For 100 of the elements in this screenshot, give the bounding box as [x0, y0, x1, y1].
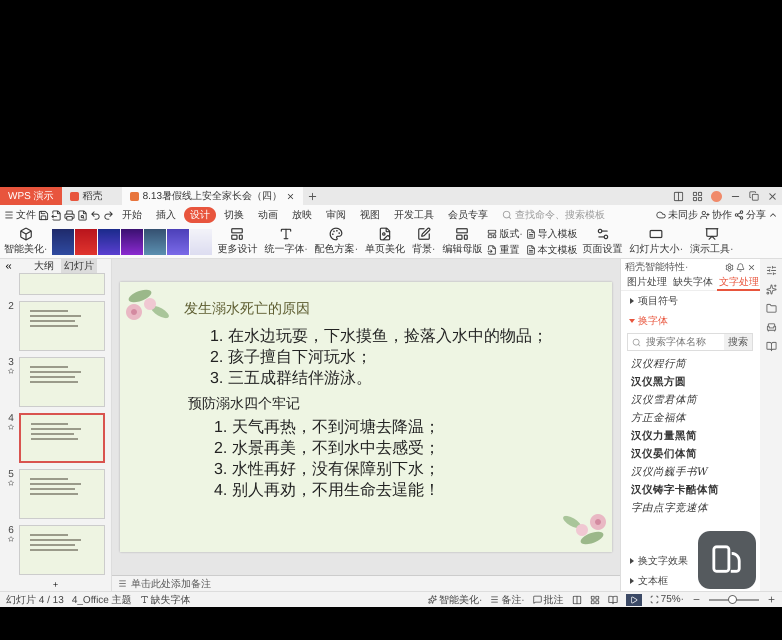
smart-beautify-button[interactable]: 智能美化· [428, 592, 482, 606]
reading-view-icon[interactable] [608, 594, 618, 604]
font-item[interactable]: 汉仪力量黑简 [621, 427, 707, 445]
redo-icon[interactable] [103, 210, 114, 220]
bell-icon[interactable] [736, 262, 745, 272]
app-tab[interactable]: WPS 演示 [0, 187, 62, 205]
folder-icon[interactable] [766, 303, 776, 314]
font-item[interactable]: 汉仪雪君体简 [621, 391, 707, 409]
ribbon-button[interactable]: 导入模板 [526, 226, 578, 240]
grid-icon[interactable] [692, 190, 703, 202]
ribbon-tab[interactable]: 放映 [286, 207, 318, 223]
sparkle-icon[interactable] [766, 284, 776, 295]
section-header[interactable]: 项目符号 [621, 291, 686, 311]
close-icon[interactable] [286, 192, 296, 200]
font-item[interactable]: 汉仪黑方圆 [621, 373, 696, 391]
undo-icon[interactable] [90, 210, 101, 220]
document-tab[interactable]: 8.13暑假线上安全家长会（四） [122, 187, 304, 205]
toolbar-action[interactable]: 未同步 [656, 208, 698, 222]
ribbon-tab[interactable]: 开发工具 [388, 207, 440, 223]
theme-thumbnail[interactable] [121, 228, 144, 254]
close-icon[interactable] [767, 190, 778, 202]
font-item[interactable]: 方正金福体 [621, 409, 696, 427]
panel-tab[interactable]: 大纲 [31, 259, 57, 273]
slide-thumbnail[interactable] [19, 525, 105, 575]
ribbon-tab[interactable]: 插入 [150, 207, 182, 223]
columns-icon[interactable] [673, 190, 684, 202]
ribbon-button[interactable]: 配色方案· [312, 227, 360, 256]
plus-icon[interactable] [307, 190, 318, 202]
slide-thumbnail[interactable] [19, 413, 105, 463]
ribbon-button[interactable]: 页面设置 [580, 227, 625, 256]
theme-thumbnail[interactable] [167, 228, 190, 254]
ribbon-button[interactable]: 背景· [410, 227, 438, 256]
slide-thumbnail[interactable] [19, 357, 105, 407]
ribbon-button[interactable]: 版式· [487, 226, 523, 240]
toolbar-action[interactable]: 分享 [734, 208, 766, 222]
slide-thumbnail[interactable] [19, 469, 105, 519]
ribbon-button[interactable]: 本文模板 [526, 242, 578, 256]
add-slide-icon[interactable] [50, 581, 61, 588]
theme-thumbnail[interactable] [52, 228, 74, 254]
search-button[interactable]: 搜索 [724, 334, 752, 350]
toolbar-action[interactable]: 协作 [700, 208, 732, 222]
ribbon-button[interactable]: 统一字体· [262, 227, 310, 256]
preview-icon[interactable] [77, 210, 88, 220]
ribbon-button[interactable]: 单页美化 [363, 227, 408, 256]
export-icon[interactable] [51, 210, 62, 220]
theme-thumbnail[interactable] [98, 228, 120, 254]
more-designs-button[interactable]: 更多设计 [215, 227, 260, 256]
theme-thumbnail[interactable] [75, 228, 98, 254]
section-header[interactable]: 换文字效果 [621, 551, 696, 571]
zoom-level[interactable]: 75%· [650, 594, 684, 605]
pane-title[interactable]: 稻壳智能特性· [625, 260, 688, 274]
font-item[interactable]: 汉仪程行简 [621, 355, 696, 373]
missing-font-button[interactable]: 缺失字体 [140, 592, 191, 606]
theme-thumbnail[interactable] [144, 228, 166, 254]
close-icon[interactable] [747, 262, 756, 272]
slide-thumbnail[interactable] [19, 273, 105, 295]
ribbon-tab[interactable]: 审阅 [320, 207, 352, 223]
sorter-view-icon[interactable] [590, 594, 600, 604]
pane-tab[interactable]: 图片处理 [625, 274, 669, 290]
collapse-arrow-icon[interactable] [629, 318, 635, 324]
section-header[interactable]: 换字体 [621, 311, 676, 331]
expand-arrow-icon[interactable] [629, 558, 635, 564]
file-menu[interactable]: 文件 [16, 208, 36, 222]
ribbon-tab[interactable]: 切换 [218, 207, 250, 223]
ribbon-tab[interactable]: 视图 [354, 207, 386, 223]
collapse-panel-icon[interactable] [4, 262, 13, 270]
floating-app-icon[interactable] [698, 531, 756, 589]
ribbon-button[interactable]: 重置 [487, 242, 523, 256]
font-item[interactable]: 字由点字竞速体 [621, 499, 718, 517]
chair-icon[interactable] [766, 322, 776, 333]
ribbon-tab[interactable]: 设计 [184, 207, 216, 223]
expand-arrow-icon[interactable] [629, 298, 635, 304]
ribbon-button[interactable]: 幻灯片大小· [628, 227, 686, 256]
panel-tab[interactable]: 幻灯片 [61, 259, 97, 273]
ribbon-button[interactable]: 编辑母版 [440, 227, 484, 256]
theme-thumbnail[interactable] [190, 228, 212, 254]
smart-beautify-button[interactable]: 智能美化· [2, 227, 50, 256]
ribbon-tab[interactable]: 动画 [252, 207, 284, 223]
font-item[interactable]: 汉仪铸字卡酷体简 [621, 481, 729, 499]
play-button[interactable] [626, 594, 642, 606]
font-item[interactable]: 汉仪晏们体简 [621, 445, 707, 463]
slider-thumb[interactable] [728, 594, 736, 604]
print-icon[interactable] [64, 210, 75, 220]
pane-tab[interactable]: 缺失字体 [671, 274, 715, 290]
normal-view-icon[interactable] [572, 594, 582, 604]
slide-thumbnail[interactable] [19, 301, 105, 351]
settings-icon[interactable] [725, 262, 734, 272]
section-header[interactable]: 文本框 [621, 571, 676, 591]
zoom-in-icon[interactable] [767, 595, 776, 604]
font-item[interactable]: 汉仪尚巍手书W [621, 463, 718, 481]
expand-arrow-icon[interactable] [629, 578, 635, 584]
notes-placeholder[interactable]: 单击此处添加备注 [131, 576, 211, 590]
font-search-field[interactable]: 搜索字体名称 搜索 [627, 333, 753, 351]
book-icon[interactable] [766, 341, 776, 352]
restore-icon[interactable] [749, 191, 759, 201]
menu-icon[interactable] [4, 210, 14, 220]
ribbon-tab[interactable]: 会员专享 [442, 207, 494, 223]
save-icon[interactable] [38, 210, 49, 220]
ribbon-button[interactable]: 演示工具· [688, 227, 736, 256]
comments-button[interactable]: 批注 [532, 592, 564, 606]
